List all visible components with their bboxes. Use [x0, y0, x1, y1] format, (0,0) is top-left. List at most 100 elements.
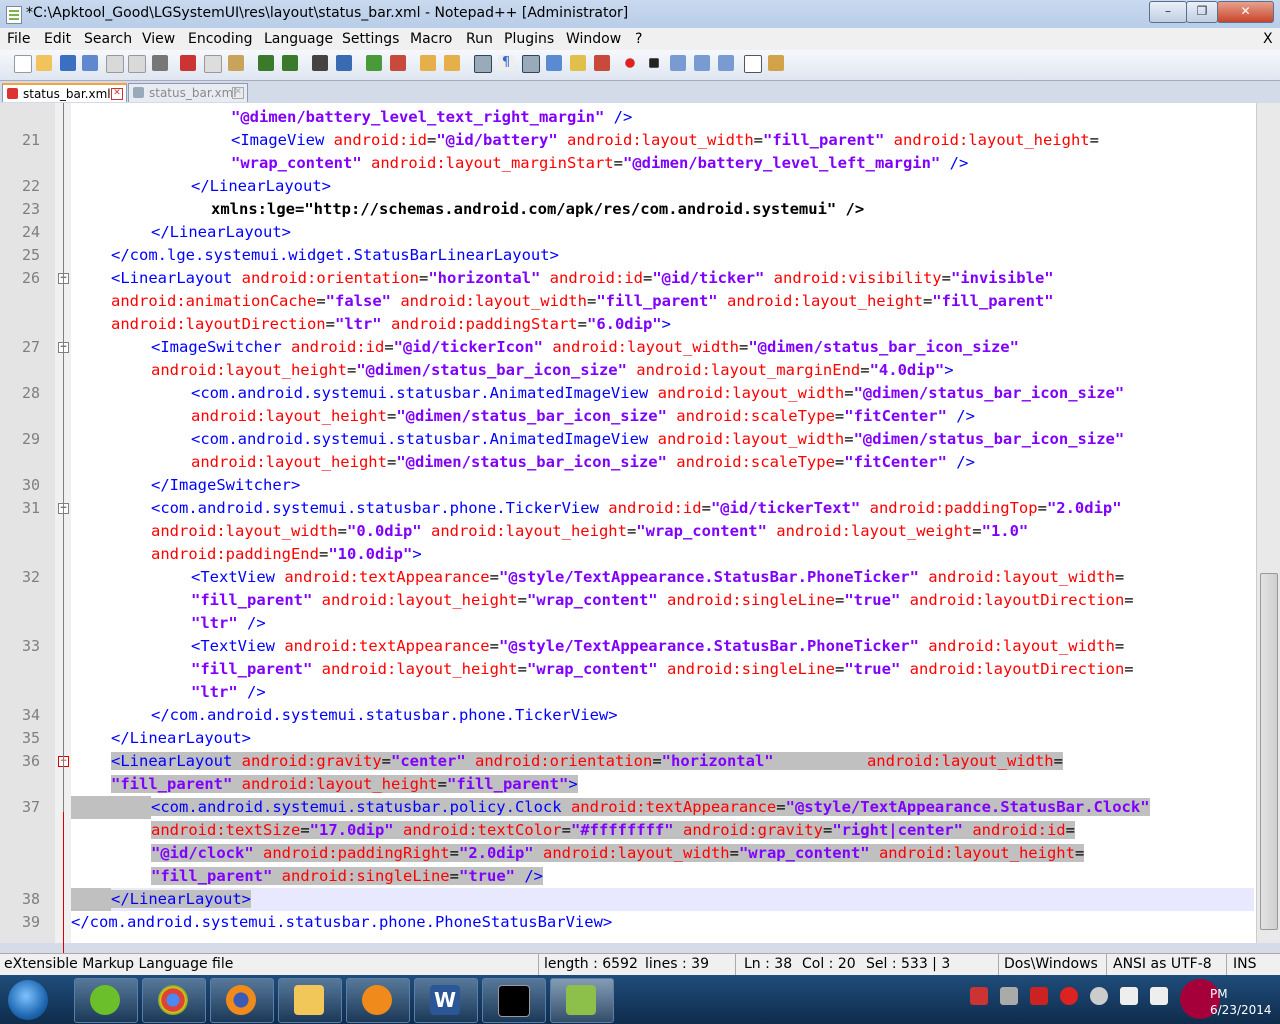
menu-search[interactable]: Search	[84, 31, 132, 47]
tab-status-bar-inactive[interactable]: status_bar.xml ✕	[128, 83, 248, 102]
function-list-icon[interactable]	[594, 55, 610, 71]
code-line[interactable]: "@dimen/battery_level_text_right_margin"…	[231, 106, 632, 129]
tray-acrobat-icon[interactable]	[1060, 987, 1078, 1005]
tray-alert-icon[interactable]	[970, 987, 988, 1005]
code-line[interactable]: <com.android.systemui.statusbar.phone.Ti…	[151, 497, 1122, 520]
taskbar-firefox[interactable]	[210, 978, 274, 1023]
code-line[interactable]: <LinearLayout android:gravity="center" a…	[111, 750, 1063, 773]
code-line[interactable]: "wrap_content" android:layout_marginStar…	[231, 152, 968, 175]
minimize-button[interactable]: –	[1149, 1, 1187, 23]
code-line[interactable]: xmlns:lge="http://schemas.android.com/ap…	[211, 198, 864, 221]
code-line[interactable]: "fill_parent" android:singleLine="true" …	[151, 865, 544, 888]
code-line[interactable]: "ltr" />	[191, 612, 266, 635]
code-view[interactable]: "@dimen/battery_level_text_right_margin"…	[71, 103, 1254, 943]
code-line[interactable]: "fill_parent" android:layout_height="wra…	[191, 658, 1134, 681]
replace-icon[interactable]	[336, 55, 352, 71]
close-button[interactable]: ✕	[1217, 1, 1274, 23]
fold-margin[interactable]: −−−−	[55, 103, 71, 973]
taskbar-app-green[interactable]	[74, 978, 138, 1023]
stop-macro-icon[interactable]	[649, 58, 659, 68]
spell-check-icon[interactable]	[744, 55, 762, 73]
code-line[interactable]: android:layout_height="@dimen/status_bar…	[191, 405, 975, 428]
taskbar-notepadpp[interactable]	[550, 978, 614, 1023]
code-line[interactable]: <TextView android:textAppearance="@style…	[191, 566, 1124, 589]
new-file-icon[interactable]	[14, 55, 32, 73]
code-line[interactable]: <com.android.systemui.statusbar.Animated…	[191, 428, 1124, 451]
tray-antivirus-icon[interactable]	[1030, 987, 1048, 1005]
code-line[interactable]: </com.android.systemui.statusbar.phone.T…	[151, 704, 618, 727]
taskbar-word[interactable]: W	[414, 978, 478, 1023]
code-line[interactable]: </LinearLayout>	[111, 888, 251, 911]
tray-status-icon[interactable]	[1090, 987, 1108, 1005]
code-line[interactable]: android:layout_height="@dimen/status_bar…	[191, 451, 975, 474]
record-macro-icon[interactable]	[625, 58, 635, 68]
code-line[interactable]: <com.android.systemui.statusbar.policy.C…	[151, 796, 1150, 819]
copy-icon[interactable]	[204, 55, 222, 73]
undo-icon[interactable]	[258, 55, 274, 71]
menu-edit[interactable]: Edit	[44, 31, 71, 47]
menu-file[interactable]: File	[7, 31, 30, 47]
maximize-button[interactable]: ❐	[1186, 1, 1218, 23]
menu-macro[interactable]: Macro	[410, 31, 452, 47]
code-line[interactable]: </LinearLayout>	[191, 175, 331, 198]
code-line[interactable]: android:layout_height="@dimen/status_bar…	[151, 359, 954, 382]
code-line[interactable]: <com.android.systemui.statusbar.Animated…	[191, 382, 1124, 405]
vertical-scrollbar[interactable]	[1256, 103, 1280, 943]
spell-check-change-icon[interactable]	[768, 55, 784, 71]
menu-run[interactable]: Run	[466, 31, 493, 47]
tray-volume-icon[interactable]	[1150, 987, 1168, 1005]
menu-view[interactable]: View	[142, 31, 175, 47]
menu-language[interactable]: Language	[264, 31, 333, 47]
menu-window[interactable]: Window	[566, 31, 621, 47]
zoom-out-icon[interactable]	[390, 55, 406, 71]
doc-map-icon[interactable]	[570, 55, 586, 71]
sync-vertical-icon[interactable]	[420, 55, 436, 71]
code-line[interactable]: "@id/clock" android:paddingRight="2.0dip…	[151, 842, 1085, 865]
menu-help[interactable]: ?	[635, 31, 642, 47]
code-line[interactable]: android:paddingEnd="10.0dip">	[151, 543, 422, 566]
paste-icon[interactable]	[228, 55, 244, 71]
user-lang-icon[interactable]	[546, 55, 562, 71]
taskbar-cmd[interactable]	[482, 978, 546, 1023]
code-line[interactable]: android:layoutDirection="ltr" android:pa…	[111, 313, 671, 336]
close-all-icon[interactable]	[128, 55, 146, 73]
code-line[interactable]: <ImageSwitcher android:id="@id/tickerIco…	[151, 336, 1019, 359]
show-all-chars-icon[interactable]: ¶	[498, 55, 514, 71]
start-button[interactable]	[8, 980, 48, 1020]
menu-encoding[interactable]: Encoding	[188, 31, 253, 47]
word-wrap-icon[interactable]	[474, 55, 492, 73]
save-macro-icon[interactable]	[718, 55, 734, 71]
code-line[interactable]: </com.android.systemui.statusbar.phone.P…	[71, 911, 612, 934]
redo-icon[interactable]	[282, 55, 298, 71]
code-line[interactable]: android:layout_width="0.0dip" android:la…	[151, 520, 1028, 543]
code-line[interactable]: <ImageView android:id="@id/battery" andr…	[231, 129, 1099, 152]
play-macro-icon[interactable]	[670, 55, 686, 71]
tray-network-icon[interactable]	[1000, 987, 1018, 1005]
print-icon[interactable]	[152, 55, 168, 71]
code-line[interactable]: </ImageSwitcher>	[151, 474, 300, 497]
code-line[interactable]: "ltr" />	[191, 681, 266, 704]
code-line[interactable]: android:textSize="17.0dip" android:textC…	[151, 819, 1075, 842]
open-file-icon[interactable]	[36, 55, 52, 71]
close-document-button[interactable]: X	[1263, 31, 1273, 47]
scrollbar-thumb[interactable]	[1260, 573, 1278, 930]
zoom-in-icon[interactable]	[366, 55, 382, 71]
find-icon[interactable]	[312, 55, 328, 71]
taskbar-media-player[interactable]	[346, 978, 410, 1023]
taskbar-chrome[interactable]	[142, 978, 206, 1023]
code-line[interactable]: </LinearLayout>	[111, 727, 251, 750]
close-file-icon[interactable]	[106, 55, 124, 73]
save-icon[interactable]	[60, 55, 76, 71]
tab-close-icon[interactable]: ✕	[232, 87, 244, 99]
code-line[interactable]: "fill_parent" android:layout_height="wra…	[191, 589, 1134, 612]
code-line[interactable]: </com.lge.systemui.widget.StatusBarLinea…	[111, 244, 559, 267]
tray-display-icon[interactable]	[1120, 987, 1138, 1005]
code-line[interactable]: <TextView android:textAppearance="@style…	[191, 635, 1124, 658]
tab-status-bar-active[interactable]: status_bar.xml ✕	[2, 83, 127, 102]
sync-horizontal-icon[interactable]	[444, 55, 460, 71]
menu-plugins[interactable]: Plugins	[504, 31, 554, 47]
code-line[interactable]: android:animationCache="false" android:l…	[111, 290, 1054, 313]
run-macro-multiple-icon[interactable]	[694, 55, 710, 71]
code-line[interactable]: <LinearLayout android:orientation="horiz…	[111, 267, 1054, 290]
indent-guide-icon[interactable]	[522, 55, 540, 73]
